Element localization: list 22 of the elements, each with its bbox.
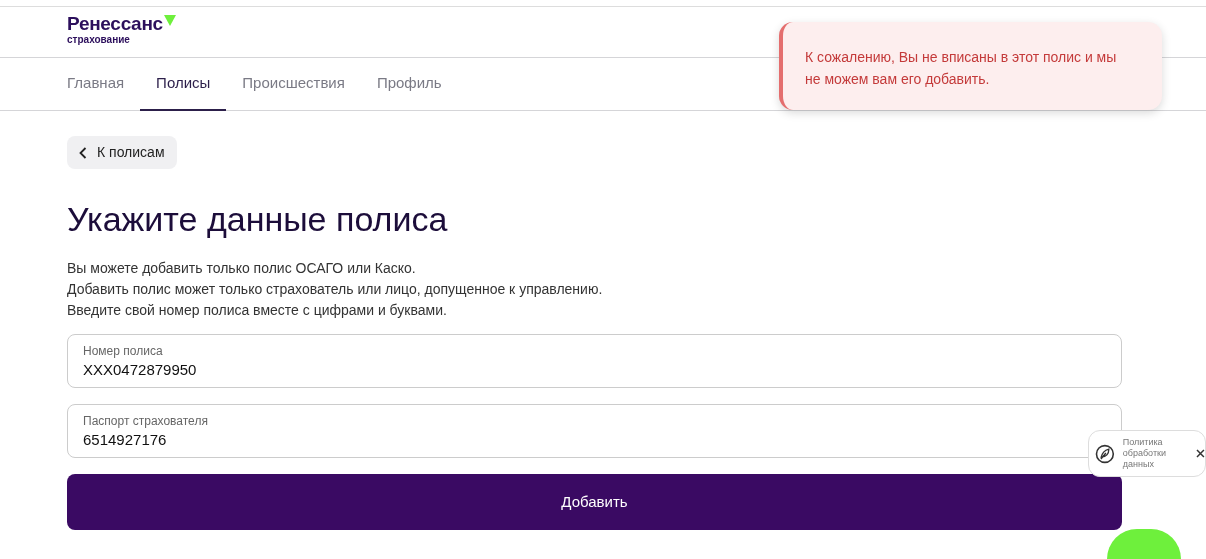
logo-wordmark: Ренессанс: [67, 14, 163, 34]
logo-subtitle: страхование: [67, 34, 131, 46]
nav-tab[interactable]: Профиль: [360, 58, 458, 111]
nav-tab[interactable]: Полисы: [140, 58, 227, 111]
error-toast: К сожалению, Вы не вписаны в этот полис и мы не можем вам его добавить.: [779, 22, 1162, 110]
nav-tab[interactable]: Главная: [67, 58, 141, 111]
chevron-left-icon: [79, 146, 87, 159]
description-line: Введите свой номер полиса вместе с цифрами и буквами.: [67, 300, 448, 320]
back-button[interactable]: К полисам: [67, 136, 177, 169]
policy-text[interactable]: Политика обработки данных: [1122, 437, 1183, 470]
nav-tab[interactable]: Происшествия: [226, 58, 361, 111]
triangle-logo-icon: [163, 15, 176, 26]
description-line: Вы можете добавить только полис ОСАГО или Каско.: [67, 258, 417, 278]
description-line: Добавить полис может только страхователь или лицо, допущенное к управлению.: [67, 279, 604, 299]
leaf-circle-icon: [1095, 443, 1115, 464]
page-heading: Укажите данные полиса: [67, 199, 449, 240]
field-label: Паспорт страхователя: [83, 412, 209, 429]
add-button[interactable]: Добавить: [67, 473, 1122, 530]
field-label: Номер полиса: [83, 342, 164, 359]
input-field[interactable]: Паспорт страхователя 6514927176: [67, 403, 1122, 458]
input-field[interactable]: Номер полиса XXX0472879950: [67, 333, 1122, 388]
close-icon[interactable]: [1196, 449, 1205, 458]
